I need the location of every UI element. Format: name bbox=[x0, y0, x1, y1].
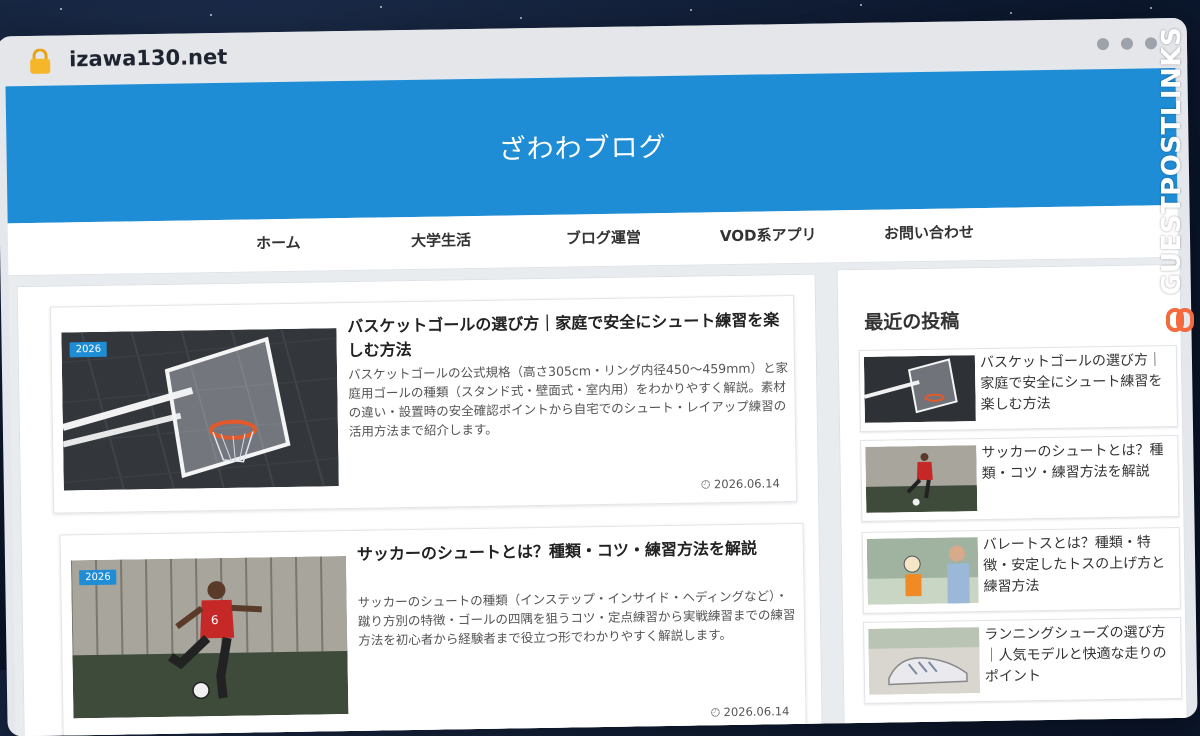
post-excerpt: バスケットゴールの公式規格（高さ305cm・リング内径450〜459mm）と家庭… bbox=[347, 360, 789, 439]
window-dot-icon[interactable] bbox=[1144, 37, 1158, 50]
url-text[interactable]: izawa130.net bbox=[69, 45, 228, 71]
sidebar-thumbnail-shoes bbox=[868, 627, 981, 695]
sidebar-thumbnail-volleyball bbox=[866, 537, 979, 605]
nav-item-college-life[interactable]: 大学生活 bbox=[411, 229, 471, 251]
site-header: ざわわブログ bbox=[5, 67, 1178, 224]
post-excerpt: サッカーのシュートの種類（インステップ・インサイド・ヘディングなど）・蹴り方別の… bbox=[357, 588, 796, 648]
sidebar-item-title[interactable]: サッカーのシュートとは？種類・コツ・練習方法を解説 bbox=[981, 440, 1168, 485]
clock-icon: 🕘︎ bbox=[710, 705, 724, 720]
web-page: ざわわブログ ホーム 大学生活 ブログ運営 VOD系アプリ お問い合わせ 202… bbox=[5, 67, 1188, 736]
sidebar-item-title[interactable]: ランニングシューズの選び方｜人気モデルと快適な走りのポイント bbox=[984, 622, 1171, 688]
guestpostlinks-watermark: GUESTPOSTLINKS bbox=[1157, 27, 1200, 355]
sidebar-item-title[interactable]: バスケットゴールの選び方｜家庭で安全にシュート練習を楽しむ方法 bbox=[980, 350, 1167, 416]
sidebar-thumbnail-soccer bbox=[865, 445, 978, 513]
post-date-text: 2026.06.14 bbox=[713, 476, 780, 492]
clock-icon: 🕘︎ bbox=[701, 477, 715, 492]
main-content: 2026 バスケットゴールの選び方｜家庭で安全にシュート練習を楽しむ方法 バスケ… bbox=[16, 273, 823, 736]
browser-window-frame: izawa130.net ざわわブログ ホーム 大学生活 ブログ運営 VOD系ア… bbox=[0, 17, 1200, 736]
sidebar-item[interactable]: サッカーのシュートとは？種類・コツ・練習方法を解説 bbox=[860, 434, 1180, 522]
window-dot-icon[interactable] bbox=[1096, 37, 1110, 51]
post-title[interactable]: サッカーのシュートとは？種類・コツ・練習方法を解説 bbox=[357, 536, 797, 567]
year-badge: 2026 bbox=[69, 341, 108, 358]
post-date: 🕘︎ 2026.06.14 bbox=[701, 476, 780, 492]
nav-item-vod-apps[interactable]: VOD系アプリ bbox=[720, 224, 817, 247]
sidebar-heading: 最近の投稿 bbox=[864, 310, 960, 334]
nav-item-blog-management[interactable]: ブログ運営 bbox=[566, 226, 641, 248]
lock-icon bbox=[30, 48, 51, 74]
post-title[interactable]: バスケットゴールの選び方｜家庭で安全にシュート練習を楽しむ方法 bbox=[347, 308, 788, 363]
sidebar-item-title[interactable]: バレートスとは？種類・特徴・安定したトスの上げ方と練習方法 bbox=[983, 532, 1170, 598]
link-icon bbox=[1166, 308, 1194, 332]
nav-item-home[interactable]: ホーム bbox=[256, 232, 301, 254]
year-badge: 2026 bbox=[79, 569, 117, 586]
sidebar-item[interactable]: バスケットゴールの選び方｜家庭で安全にシュート練習を楽しむ方法 bbox=[858, 344, 1179, 432]
window-dot-icon[interactable] bbox=[1120, 37, 1134, 50]
post-card[interactable]: 6 2026 サッカーのシュートとは？種類・コツ・練習方法を解説 サッカーのシュ… bbox=[59, 522, 807, 736]
post-thumbnail-basketball[interactable]: 2026 bbox=[61, 328, 339, 491]
nav-item-contact[interactable]: お問い合わせ bbox=[884, 221, 974, 243]
post-thumbnail-soccer[interactable]: 6 2026 bbox=[70, 556, 349, 719]
post-date: 🕘︎ 2026.06.14 bbox=[711, 704, 790, 720]
sidebar-thumbnail-basketball bbox=[863, 355, 976, 423]
post-date-text: 2026.06.14 bbox=[723, 704, 790, 720]
sidebar-item[interactable]: バレートスとは？種類・特徴・安定したトスの上げ方と練習方法 bbox=[861, 526, 1181, 614]
browser-window: izawa130.net ざわわブログ ホーム 大学生活 ブログ運営 VOD系ア… bbox=[0, 17, 1198, 736]
post-card[interactable]: 2026 バスケットゴールの選び方｜家庭で安全にシュート練習を楽しむ方法 バスケ… bbox=[49, 294, 798, 514]
svg-text:6: 6 bbox=[211, 613, 219, 627]
watermark-text: GUESTPOSTLINKS bbox=[1157, 26, 1187, 295]
sidebar-item[interactable]: ランニングシューズの選び方｜人気モデルと快適な走りのポイント bbox=[863, 616, 1183, 704]
sidebar: 最近の投稿 バスケットゴールの選び方｜家庭で安全にシュート練習を楽しむ方法 サッ… bbox=[836, 263, 1188, 736]
window-controls bbox=[1096, 37, 1158, 51]
site-title[interactable]: ざわわブログ bbox=[498, 125, 667, 167]
